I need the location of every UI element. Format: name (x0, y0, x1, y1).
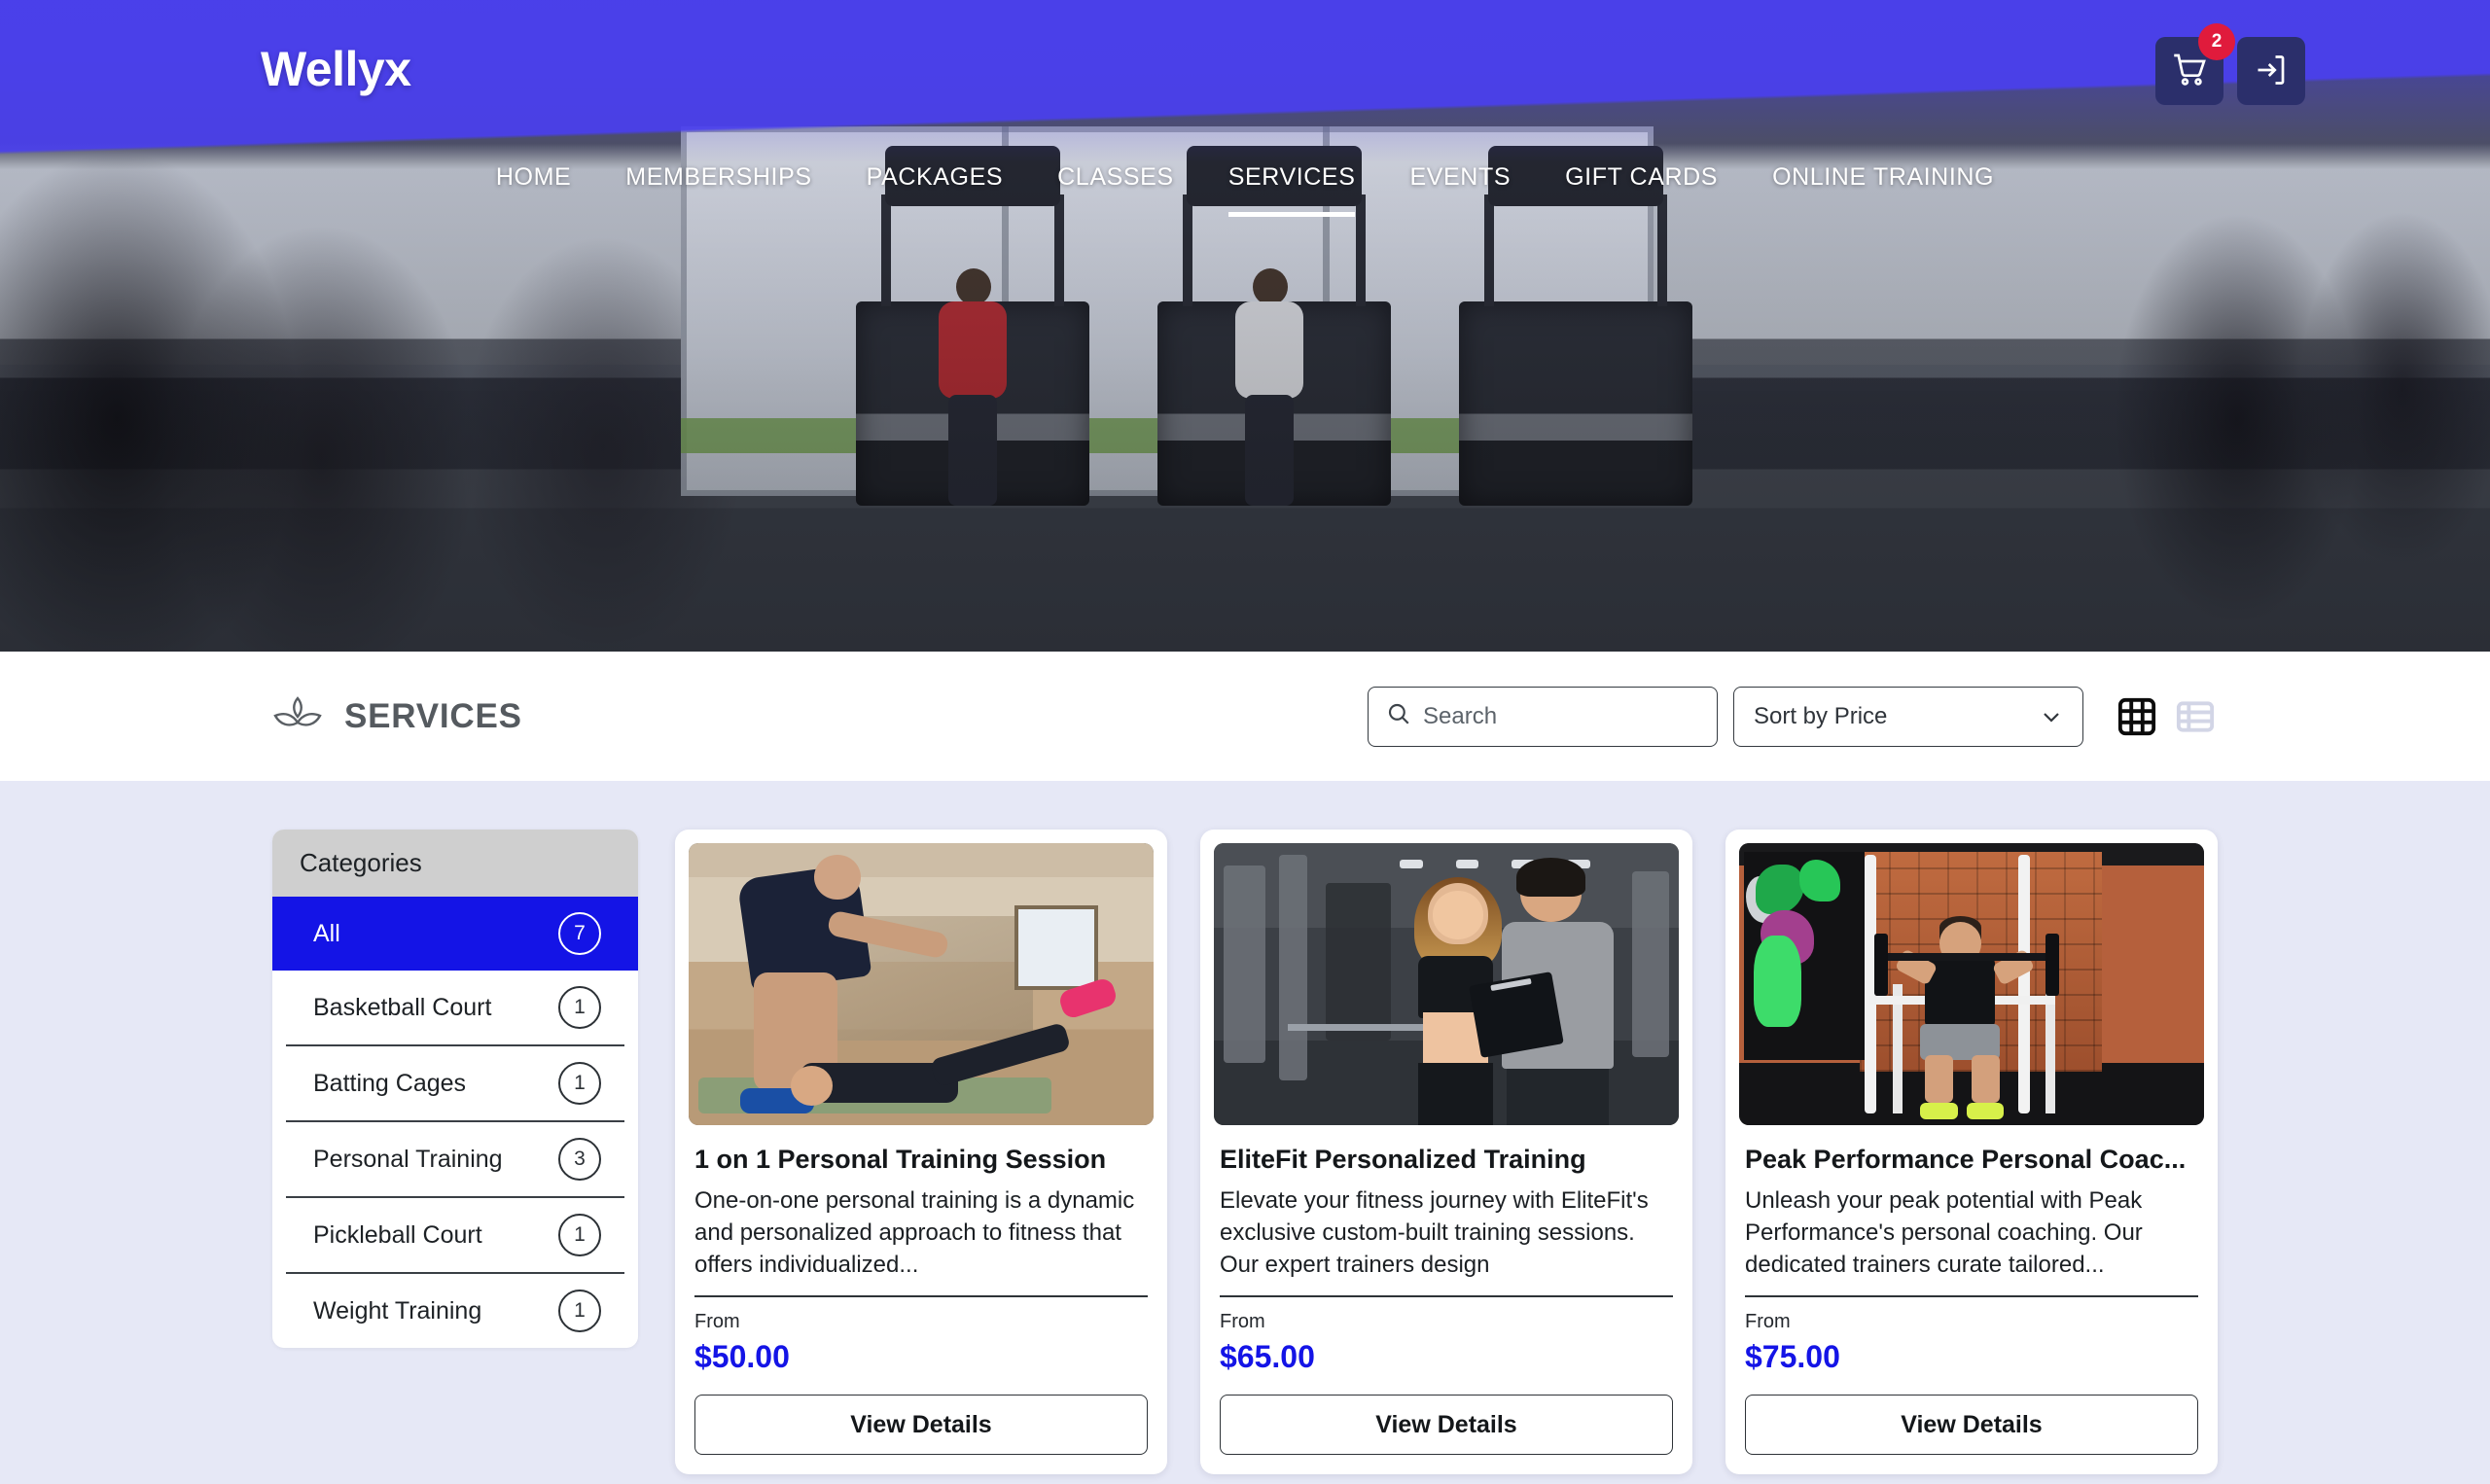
list-view-icon (2176, 700, 2215, 732)
category-item-pickleball-court[interactable]: Pickleball Court 1 (286, 1198, 624, 1274)
service-card-price: $50.00 (694, 1339, 790, 1374)
category-count: 7 (558, 912, 601, 955)
header-actions: 2 (2155, 23, 2305, 105)
login-button[interactable] (2237, 37, 2305, 105)
service-card-grid: 1 on 1 Personal Training Session One-on-… (675, 830, 2218, 1474)
service-card-title: EliteFit Personalized Training (1220, 1145, 1586, 1174)
page-title: SERVICES (272, 694, 522, 739)
lotus-icon (272, 694, 323, 739)
service-card-image (1214, 843, 1679, 1125)
service-card[interactable]: 1 on 1 Personal Training Session One-on-… (675, 830, 1167, 1474)
login-arrow-icon (2254, 53, 2289, 90)
grid-view-button[interactable] (2115, 694, 2159, 739)
category-count: 3 (558, 1138, 601, 1181)
gym-runner (1235, 268, 1303, 506)
service-card-title: Peak Performance Personal Coac... (1745, 1145, 2187, 1174)
category-label: Personal Training (313, 1145, 503, 1173)
category-item-personal-training[interactable]: Personal Training 3 (286, 1122, 624, 1198)
nav-item-online-training[interactable]: ONLINE TRAINING (1745, 163, 2021, 192)
hero-gym-photo (0, 0, 2490, 652)
toolbar-controls: Sort by Price (1368, 686, 2218, 747)
nav-item-memberships[interactable]: MEMBERSHIPS (598, 163, 838, 192)
brand-logo[interactable]: Wellyx (261, 41, 411, 97)
hero-banner: Wellyx 2 HOME MEMBERSHIPS PACKAGES CLASS… (0, 0, 2490, 652)
category-item-weight-training[interactable]: Weight Training 1 (286, 1274, 624, 1348)
shopping-cart-icon (2172, 53, 2207, 90)
service-card[interactable]: EliteFit Personalized Training Elevate y… (1200, 830, 1692, 1474)
category-label: Batting Cages (313, 1069, 467, 1097)
services-content: Categories All 7 Basketball Court 1 Batt… (0, 781, 2490, 1484)
search-input[interactable] (1423, 702, 1699, 730)
treadmill (1459, 146, 1692, 506)
category-label: Weight Training (313, 1296, 482, 1325)
grid-view-icon (2117, 697, 2156, 735)
service-card-price: $65.00 (1220, 1339, 1315, 1374)
price-from-label: From (1220, 1311, 1265, 1332)
categories-sidebar: Categories All 7 Basketball Court 1 Batt… (272, 830, 638, 1348)
sort-select[interactable]: Sort by Price (1733, 686, 2083, 747)
main-nav: HOME MEMBERSHIPS PACKAGES CLASSES SERVIC… (0, 163, 2490, 231)
category-count: 1 (558, 1062, 601, 1105)
nav-item-home[interactable]: HOME (469, 163, 598, 192)
nav-item-classes[interactable]: CLASSES (1030, 163, 1201, 192)
category-label: Basketball Court (313, 993, 492, 1021)
divider (1745, 1295, 2198, 1297)
view-toggle (2115, 694, 2218, 739)
category-label: Pickleball Court (313, 1220, 482, 1249)
category-count: 1 (558, 1214, 601, 1256)
service-card-description: One-on-one personal training is a dynami… (694, 1187, 1135, 1279)
list-view-button[interactable] (2173, 694, 2218, 739)
service-card-title: 1 on 1 Personal Training Session (694, 1145, 1107, 1174)
cart-button[interactable]: 2 (2155, 23, 2235, 105)
service-card-description: Elevate your fitness journey with EliteF… (1220, 1187, 1649, 1279)
gym-runner (939, 268, 1007, 506)
service-card-price: $75.00 (1745, 1339, 1840, 1374)
categories-list: All 7 Basketball Court 1 Batting Cages 1… (272, 897, 638, 1348)
service-card[interactable]: Peak Performance Personal Coac... Unleas… (1725, 830, 2218, 1474)
category-count: 1 (558, 1290, 601, 1332)
category-count: 1 (558, 986, 601, 1029)
service-card-image (689, 843, 1154, 1125)
cart-badge: 2 (2198, 23, 2235, 60)
chevron-down-icon (2044, 712, 2059, 723)
service-card-image (1739, 843, 2204, 1125)
page-title-label: SERVICES (344, 696, 522, 735)
price-from-label: From (694, 1311, 740, 1332)
services-toolbar: SERVICES Sort by Price (0, 652, 2490, 781)
view-details-button[interactable]: View Details (1220, 1395, 1673, 1455)
nav-item-gift-cards[interactable]: GIFT CARDS (1538, 163, 1745, 192)
categories-heading: Categories (272, 830, 638, 897)
sort-select-label: Sort by Price (1754, 702, 1888, 729)
nav-item-packages[interactable]: PACKAGES (839, 163, 1031, 192)
view-details-button[interactable]: View Details (1745, 1395, 2198, 1455)
price-from-label: From (1745, 1311, 1791, 1332)
category-item-all[interactable]: All 7 (272, 897, 638, 971)
search-icon (1386, 701, 1423, 731)
category-item-batting-cages[interactable]: Batting Cages 1 (286, 1046, 624, 1122)
category-item-basketball-court[interactable]: Basketball Court 1 (286, 971, 624, 1046)
view-details-button[interactable]: View Details (694, 1395, 1148, 1455)
search-box[interactable] (1368, 686, 1718, 747)
category-label: All (313, 919, 340, 947)
divider (1220, 1295, 1673, 1297)
nav-item-services[interactable]: SERVICES (1201, 163, 1383, 217)
service-card-description: Unleash your peak potential with Peak Pe… (1745, 1187, 2143, 1279)
divider (694, 1295, 1148, 1297)
nav-item-events[interactable]: EVENTS (1382, 163, 1538, 192)
